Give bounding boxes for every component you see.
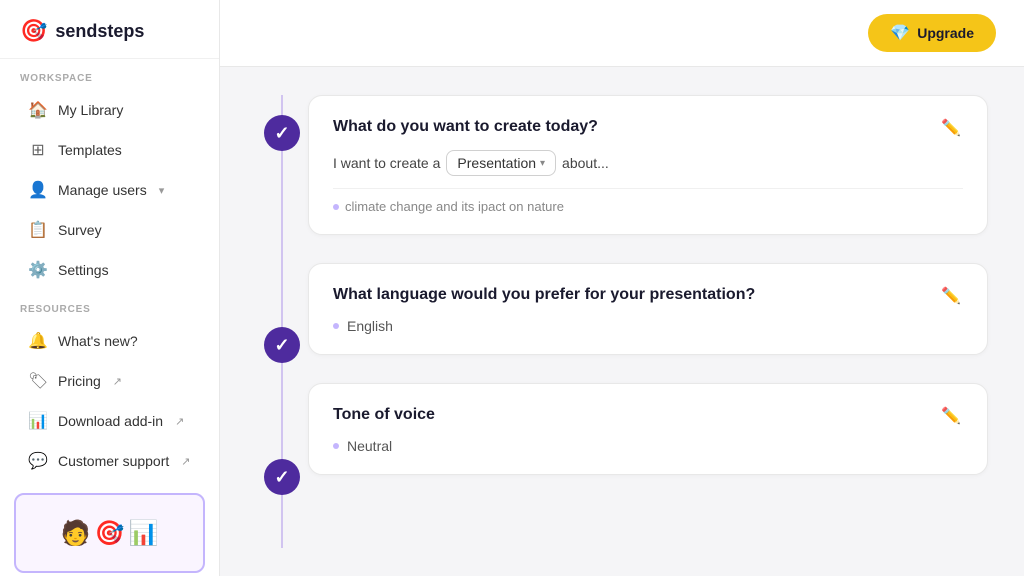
card-2-edit-button[interactable]: ✏️ <box>935 284 967 308</box>
card-tone-of-voice: Tone of voice ✏️ Neutral <box>308 383 988 475</box>
create-prefix: I want to create a <box>333 155 440 171</box>
card-create-topic: What do you want to create today? ✏️ I w… <box>308 95 988 235</box>
workspace-label: WORKSPACE <box>0 59 219 90</box>
external-link-icon: ↗ <box>113 375 122 388</box>
logo-text: sendsteps <box>55 21 144 42</box>
header: 💎 Upgrade <box>220 0 1024 67</box>
support-icon: 💬 <box>28 451 48 471</box>
sidebar-item-label: Settings <box>58 262 109 278</box>
preview-emojis: 🧑🎯📊 <box>61 519 159 548</box>
external-link-icon: ↗ <box>181 455 190 468</box>
check-icon-2: ✓ <box>264 327 300 363</box>
sidebar-item-download-add-in[interactable]: 📊 Download add-in ↗ <box>8 402 211 440</box>
bell-icon: 🔔 <box>28 331 48 351</box>
check-icon-1: ✓ <box>264 115 300 151</box>
download-icon: 📊 <box>28 411 48 431</box>
topic-text: climate change and its ipact on nature <box>345 199 564 214</box>
survey-icon: 📋 <box>28 220 48 240</box>
external-link-icon: ↗ <box>175 415 184 428</box>
sidebar-item-label: My Library <box>58 102 123 118</box>
sidebar-item-survey[interactable]: 📋 Survey <box>8 211 211 249</box>
sidebar-item-label: What's new? <box>58 333 138 349</box>
templates-icon: ⊞ <box>28 140 48 160</box>
sidebar-item-label: Survey <box>58 222 102 238</box>
logo-icon: 🎯 <box>20 18 47 44</box>
sidebar-item-label: Download add-in <box>58 413 163 429</box>
home-icon: 🏠 <box>28 100 48 120</box>
settings-icon: ⚙️ <box>28 260 48 280</box>
card-1-row: I want to create a Presentation ▾ about.… <box>333 150 963 176</box>
sidebar: 🎯 sendsteps WORKSPACE 🏠 My Library ⊞ Tem… <box>0 0 220 576</box>
card-1-edit-button[interactable]: ✏️ <box>935 116 967 140</box>
card-1-title: What do you want to create today? <box>333 118 963 136</box>
sidebar-item-label: Customer support <box>58 453 169 469</box>
tone-value: Neutral <box>347 438 392 454</box>
main-content: 💎 Upgrade ✓ ✓ ✓ <box>220 0 1024 576</box>
sidebar-item-label: Pricing <box>58 373 101 389</box>
timeline: ✓ ✓ ✓ <box>256 95 308 548</box>
sidebar-item-settings[interactable]: ⚙️ Settings <box>8 251 211 289</box>
card-2-title: What language would you prefer for your … <box>333 286 963 304</box>
sidebar-item-label: Templates <box>58 142 122 158</box>
bullet-icon <box>333 204 339 210</box>
pencil-icon: ✏️ <box>941 120 961 137</box>
gem-icon: 💎 <box>890 23 910 43</box>
chevron-down-icon: ▾ <box>159 184 165 197</box>
type-selected-label: Presentation <box>457 155 536 171</box>
card-2-value: English <box>333 318 963 334</box>
manage-users-icon: 👤 <box>28 180 48 200</box>
step-3-dot: ✓ <box>264 443 300 495</box>
pencil-icon: ✏️ <box>941 288 961 305</box>
card-3-title: Tone of voice <box>333 406 963 424</box>
upgrade-label: Upgrade <box>917 25 974 41</box>
bullet-icon <box>333 323 339 329</box>
sidebar-item-templates[interactable]: ⊞ Templates <box>8 131 211 169</box>
chevron-down-icon: ▾ <box>540 158 545 169</box>
sidebar-preview-card: 🧑🎯📊 <box>14 493 205 573</box>
sidebar-item-whats-new[interactable]: 🔔 What's new? <box>8 322 211 360</box>
step-2-dot: ✓ <box>264 311 300 363</box>
check-icon-3: ✓ <box>264 459 300 495</box>
about-suffix: about... <box>562 155 609 171</box>
cards-column: What do you want to create today? ✏️ I w… <box>308 95 988 548</box>
bullet-icon <box>333 443 339 449</box>
step-1-dot: ✓ <box>264 95 300 151</box>
card-3-value: Neutral <box>333 438 963 454</box>
content-area: ✓ ✓ ✓ What do you want to create <box>220 67 1024 576</box>
resources-label: RESOURCES <box>0 290 219 321</box>
card-3-edit-button[interactable]: ✏️ <box>935 404 967 428</box>
sidebar-item-pricing[interactable]: 🏷 Pricing ↗ <box>8 362 211 400</box>
card-language: What language would you prefer for your … <box>308 263 988 355</box>
card-1-topic: climate change and its ipact on nature <box>333 188 963 214</box>
sidebar-logo: 🎯 sendsteps <box>0 0 219 59</box>
sidebar-item-label: Manage users <box>58 182 147 198</box>
sidebar-item-manage-users[interactable]: 👤 Manage users ▾ <box>8 171 211 209</box>
pricing-icon: 🏷 <box>28 371 48 391</box>
presentation-type-select[interactable]: Presentation ▾ <box>446 150 556 176</box>
language-value: English <box>347 318 393 334</box>
sidebar-item-my-library[interactable]: 🏠 My Library <box>8 91 211 129</box>
pencil-icon: ✏️ <box>941 408 961 425</box>
sidebar-item-customer-support[interactable]: 💬 Customer support ↗ <box>8 442 211 480</box>
upgrade-button[interactable]: 💎 Upgrade <box>868 14 996 52</box>
